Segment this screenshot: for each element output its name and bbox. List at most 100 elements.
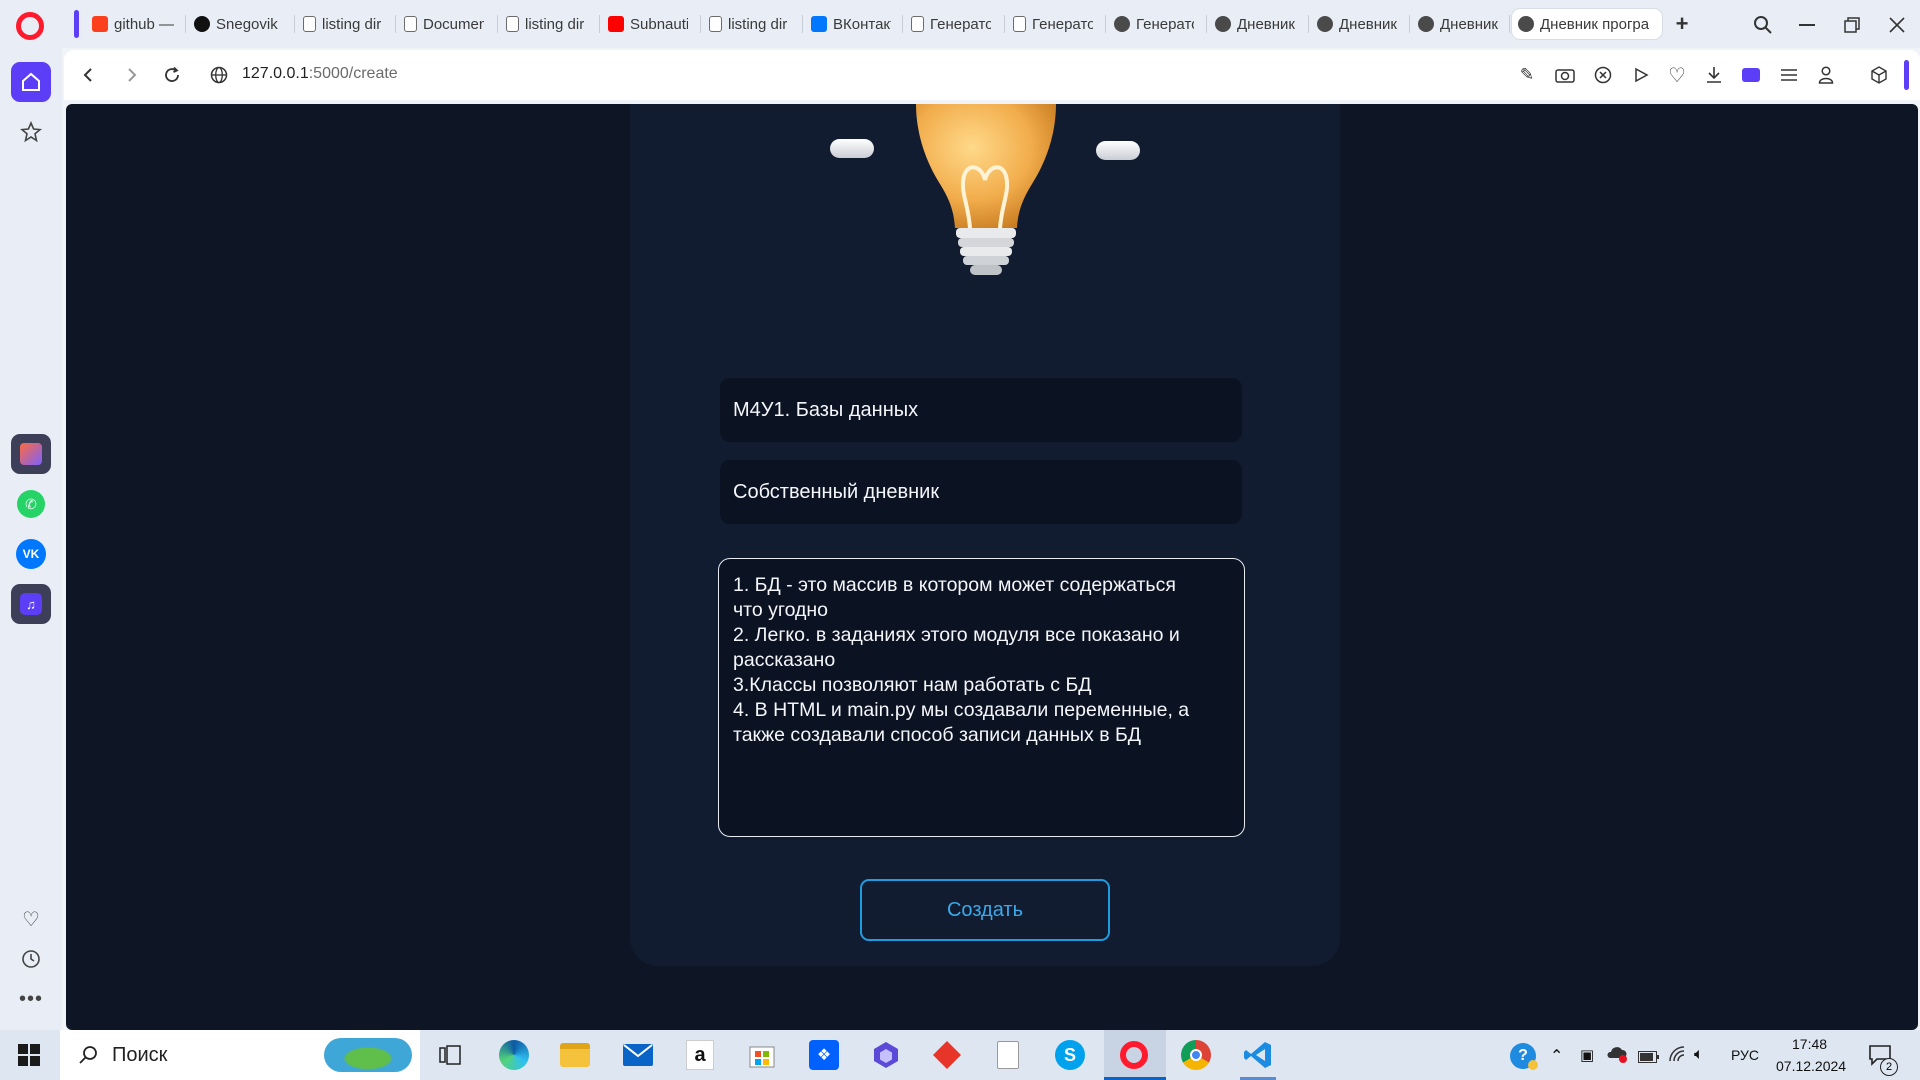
- blank-document-icon[interactable]: [990, 1037, 1026, 1073]
- chrome-icon[interactable]: [1178, 1037, 1214, 1073]
- snapshot-camera-icon[interactable]: [1552, 62, 1578, 88]
- browser-tab[interactable]: listing dir: [703, 9, 795, 39]
- tab-separator: [1308, 15, 1309, 33]
- browser-tab[interactable]: Генерато: [905, 9, 997, 39]
- home-icon[interactable]: [11, 62, 51, 102]
- tab-separator: [185, 15, 186, 33]
- ad-blocker-icon[interactable]: [1590, 62, 1616, 88]
- history-clock-icon[interactable]: [11, 939, 51, 979]
- reload-icon[interactable]: [160, 60, 184, 90]
- vk-icon: [811, 16, 827, 32]
- tab-separator: [599, 15, 600, 33]
- more-options-icon[interactable]: •••: [11, 979, 51, 1019]
- vscode-icon[interactable]: [1240, 1037, 1276, 1073]
- tab-title: listing dir: [728, 15, 788, 33]
- bookmarks-star-icon[interactable]: [11, 112, 51, 152]
- red-diamond-app-icon[interactable]: [929, 1037, 965, 1073]
- browser-tab[interactable]: Дневник: [1209, 9, 1301, 39]
- tab-title: listing dir: [525, 15, 585, 33]
- browser-tab[interactable]: Subnautic: [602, 9, 694, 39]
- meet-now-icon[interactable]: ▣: [1580, 1046, 1594, 1064]
- microsoft-store-icon[interactable]: [744, 1037, 780, 1073]
- youtube-icon: [608, 16, 624, 32]
- browser-tab[interactable]: listing dir: [297, 9, 389, 39]
- music-player-icon[interactable]: ♫: [11, 584, 51, 624]
- taskbar-search[interactable]: Поиск: [60, 1030, 420, 1080]
- whatsapp-icon[interactable]: ✆: [11, 484, 51, 524]
- site-info-globe-icon[interactable]: [207, 61, 231, 89]
- edge-icon[interactable]: [496, 1037, 532, 1073]
- tab-title: Дневник програ: [1540, 15, 1650, 33]
- volume-icon[interactable]: 🔈︎: [1694, 1046, 1704, 1064]
- onedrive-error-icon[interactable]: [1606, 1044, 1628, 1067]
- browser-tab[interactable]: Snegovik: [188, 9, 288, 39]
- aria-ai-icon[interactable]: [11, 434, 51, 474]
- tab-title: Генерато: [930, 15, 991, 33]
- clock-date[interactable]: 07.12.2024: [1776, 1058, 1846, 1074]
- download-icon[interactable]: [1701, 62, 1727, 88]
- tab-title: github —: [114, 15, 174, 33]
- globe-icon: [1317, 16, 1333, 32]
- copilot-hexagon-icon[interactable]: [868, 1037, 904, 1073]
- browser-tab[interactable]: Дневник програ: [1512, 9, 1662, 39]
- browser-tab[interactable]: github —: [86, 9, 180, 39]
- vk-icon[interactable]: VK: [11, 534, 51, 574]
- cube-extension-icon[interactable]: [1866, 62, 1892, 88]
- tab-title: Дневник: [1237, 15, 1295, 33]
- opera-logo[interactable]: [16, 12, 44, 40]
- tab-title: Дневник: [1440, 15, 1498, 33]
- url-field[interactable]: 127.0.0.1:5000/create: [242, 65, 398, 83]
- clock-time[interactable]: 17:48: [1792, 1036, 1827, 1052]
- search-highlight-island-icon: [324, 1038, 412, 1072]
- dropbox-icon[interactable]: ❖: [806, 1037, 842, 1073]
- document-icon: [404, 16, 417, 32]
- edit-page-icon[interactable]: ✎: [1514, 62, 1540, 88]
- globe-icon: [1114, 16, 1130, 32]
- skype-icon[interactable]: S: [1052, 1037, 1088, 1073]
- tab-separator: [497, 15, 498, 33]
- file-explorer-icon[interactable]: [557, 1037, 593, 1073]
- browser-tab[interactable]: Дневник: [1412, 9, 1504, 39]
- entry-textarea[interactable]: 1. БД - это массив в котором может содер…: [718, 558, 1245, 837]
- tab-separator: [902, 15, 903, 33]
- browser-tab[interactable]: ВКонтакт: [805, 9, 897, 39]
- minimize-icon[interactable]: [1792, 10, 1822, 40]
- easy-setup-icon[interactable]: [1776, 62, 1802, 88]
- tab-separator: [802, 15, 803, 33]
- favorites-heart-icon[interactable]: ♡: [11, 899, 51, 939]
- tab-title: Генерато: [1032, 15, 1093, 33]
- sidebar-toggle-indicator[interactable]: [1904, 60, 1909, 90]
- forward-icon[interactable]: [120, 60, 144, 90]
- search-label: Поиск: [112, 1043, 168, 1066]
- browser-tab[interactable]: Дневник: [1311, 9, 1403, 39]
- create-button[interactable]: Создать: [860, 879, 1110, 941]
- tab-title: ВКонтакт: [833, 15, 891, 33]
- restore-icon[interactable]: [1837, 10, 1867, 40]
- browser-tab[interactable]: Генерато: [1108, 9, 1200, 39]
- browser-tab[interactable]: Documen: [398, 9, 490, 39]
- back-icon[interactable]: [76, 60, 100, 90]
- subtitle-input[interactable]: Собственный дневник: [720, 460, 1242, 524]
- heart-icon[interactable]: ♡: [1664, 62, 1690, 88]
- tab-title: Documen: [423, 15, 484, 33]
- windows-start-icon[interactable]: [18, 1044, 40, 1066]
- search-tabs-icon[interactable]: [1748, 10, 1778, 40]
- mail-icon[interactable]: [620, 1037, 656, 1073]
- opera-icon[interactable]: [1116, 1037, 1152, 1073]
- task-view-icon[interactable]: [432, 1037, 468, 1073]
- profile-icon[interactable]: [1813, 62, 1839, 88]
- lightbulb-illustration: [820, 104, 1150, 304]
- title-input[interactable]: М4У1. Базы данных: [720, 378, 1242, 442]
- battery-icon[interactable]: [1638, 1050, 1660, 1066]
- language-indicator[interactable]: РУС: [1731, 1047, 1759, 1063]
- tab-title: Дневник: [1339, 15, 1397, 33]
- browser-tab[interactable]: Генерато: [1007, 9, 1099, 39]
- browser-tab[interactable]: listing dir: [500, 9, 592, 39]
- amazon-icon[interactable]: a: [682, 1037, 718, 1073]
- extension-icon[interactable]: [1738, 62, 1764, 88]
- show-hidden-icons-icon[interactable]: ⌃: [1550, 1046, 1563, 1066]
- close-icon[interactable]: [1882, 10, 1912, 40]
- wifi-icon[interactable]: [1668, 1045, 1686, 1066]
- new-tab-icon[interactable]: +: [1668, 10, 1696, 38]
- player-play-icon[interactable]: [1628, 62, 1654, 88]
